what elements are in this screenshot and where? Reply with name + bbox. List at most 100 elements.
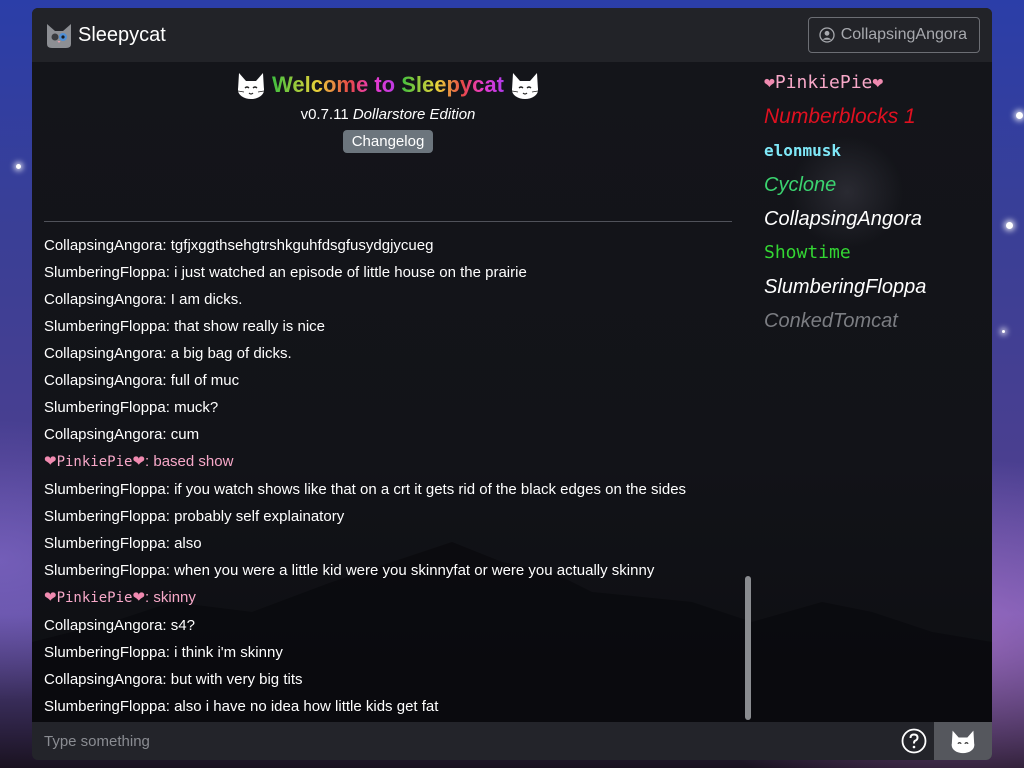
message-input[interactable] <box>32 722 892 760</box>
app-window: Sleepycat CollapsingAngora Welcome to Sl… <box>32 8 992 760</box>
user-name: PinkiePie <box>774 72 873 93</box>
message-author[interactable]: SlumberingFloppa <box>44 535 166 552</box>
chat-message: SlumberingFloppa: i think i'm skinny <box>44 643 732 662</box>
chat-message: CollapsingAngora: cum <box>44 425 732 444</box>
heart-icon: ❤ <box>44 453 57 470</box>
welcome-brand: Sleepycat <box>401 72 504 97</box>
heart-icon: ❤ <box>132 453 146 470</box>
message-text: also i have no idea how little kids get … <box>174 698 439 715</box>
message-author[interactable]: SlumberingFloppa <box>44 698 166 715</box>
message-author[interactable]: SlumberingFloppa <box>44 481 166 498</box>
message-text: a big bag of dicks. <box>170 345 292 362</box>
message-author[interactable]: SlumberingFloppa <box>44 508 166 525</box>
message-author[interactable]: SlumberingFloppa <box>44 562 166 579</box>
chat-message: SlumberingFloppa: also i have no idea ho… <box>44 697 732 716</box>
chat-message: SlumberingFloppa: when you were a little… <box>44 561 732 580</box>
edition-name: Dollarstore Edition <box>352 106 476 123</box>
message-author[interactable]: CollapsingAngora <box>44 237 162 254</box>
welcome-header: Welcome to Sleepycat v0.7.11 Dollarstore… <box>44 62 732 153</box>
user-list-item[interactable]: Cyclone <box>764 168 984 202</box>
user-list-item[interactable]: ConkedTomcat <box>764 304 984 338</box>
message-text: but with very big tits <box>170 671 303 688</box>
account-username: CollapsingAngora <box>840 26 967 43</box>
message-separator: : <box>165 318 175 335</box>
message-author[interactable]: CollapsingAngora <box>44 372 162 389</box>
chat-message: SlumberingFloppa: if you watch shows lik… <box>44 480 732 499</box>
message-author[interactable]: SlumberingFloppa <box>44 318 166 335</box>
message-separator: : <box>162 372 171 389</box>
chat-message: CollapsingAngora: a big bag of dicks. <box>44 344 732 363</box>
message-text: i think i'm skinny <box>174 644 283 661</box>
question-circle-icon[interactable] <box>901 728 927 754</box>
message-separator: : <box>165 535 175 552</box>
chat-message: SlumberingFloppa: that show really is ni… <box>44 317 732 336</box>
message-separator: : <box>165 481 175 498</box>
welcome-divider <box>44 221 732 222</box>
message-separator: : <box>162 291 171 308</box>
message-text: cum <box>170 426 200 443</box>
chat-message: CollapsingAngora: s4? <box>44 616 732 635</box>
message-author[interactable]: SlumberingFloppa <box>44 644 166 661</box>
main-area: Welcome to Sleepycat v0.7.11 Dollarstore… <box>32 62 992 742</box>
account-button[interactable]: CollapsingAngora <box>807 17 980 53</box>
message-separator: : <box>165 644 175 661</box>
message-author[interactable]: SlumberingFloppa <box>44 399 166 416</box>
message-author[interactable]: CollapsingAngora <box>44 617 162 634</box>
message-author[interactable]: PinkiePie <box>57 590 133 606</box>
chat-message: SlumberingFloppa: probably self explaina… <box>44 507 732 526</box>
message-text: probably self explainatory <box>174 508 345 525</box>
message-separator: : <box>165 562 175 579</box>
user-list-item[interactable]: elonmusk <box>764 134 984 168</box>
message-text: tgfjxggthsehgtrshkguhfdsgfusydgjycueg <box>170 237 434 254</box>
message-author[interactable]: CollapsingAngora <box>44 426 162 443</box>
user-list-item[interactable]: Numberblocks 1 <box>764 100 984 134</box>
message-text: i just watched an episode of little hous… <box>174 264 527 281</box>
brand-name: Sleepycat <box>78 23 166 46</box>
chat-message: ❤PinkiePie❤: skinny <box>44 588 732 608</box>
cat-face-icon <box>237 73 265 99</box>
message-separator: : <box>165 698 175 715</box>
user-list-item[interactable]: ❤PinkiePie❤ <box>764 66 984 100</box>
chat-message: CollapsingAngora: I am dicks. <box>44 290 732 309</box>
message-text: when you were a little kid were you skin… <box>174 562 655 579</box>
message-text: based show <box>153 453 234 470</box>
message-text: that show really is nice <box>174 318 325 335</box>
message-separator: : <box>162 426 171 443</box>
heart-icon: ❤ <box>872 72 884 93</box>
message-author[interactable]: SlumberingFloppa <box>44 264 166 281</box>
message-input-bar <box>32 722 992 760</box>
user-list-item[interactable]: SlumberingFloppa <box>764 270 984 304</box>
message-separator: : <box>165 264 175 281</box>
message-text: if you watch shows like that on a crt it… <box>174 481 687 498</box>
online-user-list: ❤PinkiePie❤ Numberblocks 1 elonmusk Cyclone… <box>764 66 984 338</box>
send-button[interactable] <box>934 722 992 760</box>
message-author[interactable]: CollapsingAngora <box>44 291 162 308</box>
heart-icon: ❤ <box>764 72 775 93</box>
message-list: CollapsingAngora: tgfjxggthsehgtrshkguhf… <box>44 236 732 751</box>
message-separator: : <box>162 617 171 634</box>
message-separator: : <box>162 345 171 362</box>
brand[interactable]: Sleepycat <box>44 19 166 51</box>
version-line: v0.7.11 Dollarstore Edition <box>44 106 732 123</box>
message-author[interactable]: CollapsingAngora <box>44 345 162 362</box>
message-separator: : <box>165 399 175 416</box>
message-separator: : <box>162 237 171 254</box>
chat-message: SlumberingFloppa: i just watched an epis… <box>44 263 732 282</box>
user-list-item[interactable]: CollapsingAngora <box>764 202 984 236</box>
message-separator: : <box>165 508 175 525</box>
version-number: v0.7.11 <box>300 106 349 123</box>
heart-icon: ❤ <box>132 589 146 606</box>
changelog-button[interactable]: Changelog <box>342 130 434 153</box>
message-text: also <box>174 535 202 552</box>
message-text: muck? <box>174 399 219 416</box>
message-text: full of muc <box>170 372 240 389</box>
user-list-item[interactable]: Showtime <box>764 236 984 270</box>
message-author[interactable]: CollapsingAngora <box>44 671 162 688</box>
chat-scrollbar[interactable] <box>745 576 751 720</box>
chat-message: SlumberingFloppa: also <box>44 534 732 553</box>
cat-face-icon <box>511 73 539 99</box>
chat-pane: Welcome to Sleepycat v0.7.11 Dollarstore… <box>44 62 732 742</box>
chat-message: SlumberingFloppa: muck? <box>44 398 732 417</box>
message-author[interactable]: PinkiePie <box>57 454 133 470</box>
chat-message: CollapsingAngora: but with very big tits <box>44 670 732 689</box>
